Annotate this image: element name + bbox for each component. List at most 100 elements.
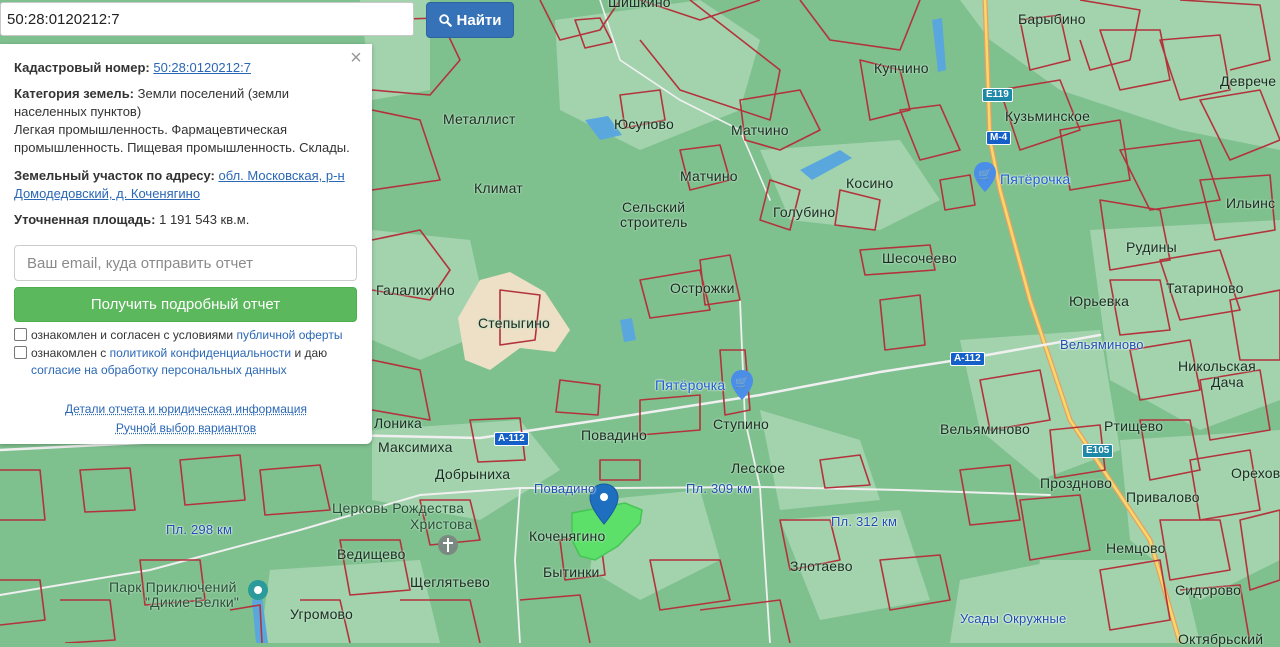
manual-selection-link[interactable]: Ручной выбор вариантов xyxy=(116,421,256,435)
place-label: Немцово xyxy=(1106,540,1166,556)
road-shield: E105 xyxy=(1082,444,1113,458)
place-label: Шишкино xyxy=(608,0,671,10)
parcel-info-panel: × Кадастровый номер: 50:28:0120212:7 Кат… xyxy=(0,44,372,444)
consent-offer-row: ознакомлен и согласен с условиями публич… xyxy=(14,327,359,344)
privacy-checkbox[interactable] xyxy=(14,346,27,359)
place-label: Ступино xyxy=(713,416,769,432)
place-label: Вельяминово xyxy=(940,421,1030,437)
manual-selection-link-row: Ручной выбор вариантов xyxy=(0,421,372,435)
permitted-use-text: Легкая промышленность. Фармацевтическая xyxy=(14,122,287,137)
place-label: Ртищево xyxy=(1104,418,1163,434)
land-category-label: Категория земель: xyxy=(14,86,134,101)
road-shield: M-4 xyxy=(986,131,1011,145)
place-label: Никольская xyxy=(1178,358,1256,374)
shop-label[interactable]: Пятёрочка xyxy=(655,377,725,393)
place-label: Сидорово xyxy=(1175,582,1241,598)
road-shield: E119 xyxy=(982,88,1013,102)
place-label: Угромово xyxy=(290,606,353,622)
cadastral-number-row: Кадастровый номер: 50:28:0120212:7 xyxy=(14,59,356,77)
place-label: Дача xyxy=(1211,374,1244,390)
poi-label: Церковь Рождества xyxy=(332,500,464,516)
area-row: Уточненная площадь: 1 191 543 кв.м. xyxy=(14,211,356,229)
place-label: Лесское xyxy=(731,460,785,476)
place-label: Шесочеево xyxy=(882,250,957,266)
place-label: Степыгино xyxy=(478,315,550,331)
road-shield: A-112 xyxy=(494,432,529,446)
place-label: Острожки xyxy=(670,280,735,296)
place-label: Лоника xyxy=(374,415,422,431)
privacy-policy-link[interactable]: политикой конфиденциальности xyxy=(110,346,291,360)
place-label: Матчино xyxy=(680,168,738,184)
place-label: Злотаево xyxy=(790,558,853,574)
place-label: Максимиха xyxy=(378,439,453,455)
cadastral-search-input[interactable] xyxy=(0,2,414,36)
place-label: Косино xyxy=(846,175,893,191)
place-label: строитель xyxy=(620,214,688,230)
consent-offer-text: ознакомлен и согласен с условиями xyxy=(31,328,233,342)
svg-text:🛒: 🛒 xyxy=(735,376,749,389)
consent-privacy-row: ознакомлен с политикой конфиденциальност… xyxy=(14,345,359,379)
report-details-link-row: Детали отчета и юридическая информация xyxy=(0,402,372,416)
place-label: Матчино xyxy=(731,122,789,138)
station-label: Пл. 298 км xyxy=(166,522,232,537)
place-label: Деврече xyxy=(1220,73,1276,89)
place-label: Татариново xyxy=(1166,280,1244,296)
search-icon xyxy=(439,14,452,27)
place-label: Октябрьский xyxy=(1178,631,1263,647)
place-label: Ведищево xyxy=(337,546,406,562)
get-report-button[interactable]: Получить подробный отчет xyxy=(14,287,357,322)
svg-text:🛒: 🛒 xyxy=(978,168,992,181)
place-label: Орехово xyxy=(1231,465,1280,481)
search-button-label: Найти xyxy=(457,12,502,29)
place-label: Юрьевка xyxy=(1069,293,1129,309)
place-label: Галалихино xyxy=(376,282,455,298)
place-label: Повадино xyxy=(581,427,647,443)
park-pin-icon xyxy=(248,580,268,600)
place-label: Климат xyxy=(474,180,523,196)
personal-data-consent-link[interactable]: согласие на обработку персональных данны… xyxy=(31,363,287,377)
email-field[interactable] xyxy=(14,245,357,281)
place-label: Щеглятьево xyxy=(410,574,490,590)
search-button[interactable]: Найти xyxy=(426,2,514,38)
place-label: Юсупово xyxy=(614,116,674,132)
poi-label: "Дикие Белки" xyxy=(145,594,239,610)
place-label: Купчино xyxy=(874,60,929,76)
place-label: Коченягино xyxy=(529,528,605,544)
station-label: Пл. 312 км xyxy=(831,514,897,529)
poi-label: Христова xyxy=(410,516,473,532)
place-label: Бытинки xyxy=(543,564,600,580)
place-label: Проздново xyxy=(1040,475,1112,491)
place-label: Кузьминское xyxy=(1005,108,1090,124)
land-category-row: Категория земель: Земли поселений (земли… xyxy=(14,85,356,157)
road-shield: A-112 xyxy=(950,352,985,366)
place-label: Ильинс xyxy=(1226,195,1275,211)
place-label: Привалово xyxy=(1126,489,1200,505)
offer-checkbox[interactable] xyxy=(14,328,27,341)
land-category-value: Земли поселений (земли xyxy=(138,86,289,101)
station-label: Повадино xyxy=(534,481,595,496)
place-label: Барыбино xyxy=(1018,11,1086,27)
church-pin-icon xyxy=(438,535,458,555)
area-label: Уточненная площадь: xyxy=(14,212,155,227)
address-label: Земельный участок по адресу: xyxy=(14,168,215,183)
land-category-value-cont: населенных пунктов) xyxy=(14,104,141,119)
public-offer-link[interactable]: публичной оферты xyxy=(236,328,342,342)
place-label: Сельский xyxy=(622,199,685,215)
consent-privacy-text-mid: и даю xyxy=(294,346,327,360)
address-row: Земельный участок по адресу: обл. Москов… xyxy=(14,167,356,203)
address-link[interactable]: обл. Московская, р-н xyxy=(218,168,344,183)
permitted-use-text-cont: промышленность. Пищевая промышленность. … xyxy=(14,140,350,155)
place-label: Голубино xyxy=(773,204,835,220)
station-label: Вельяминово xyxy=(1060,337,1144,352)
place-label: Рудины xyxy=(1126,239,1177,255)
address-link-cont[interactable]: Домодедовский, д. Коченягино xyxy=(14,186,200,201)
cadastral-number-link[interactable]: 50:28:0120212:7 xyxy=(153,60,251,75)
shop-label[interactable]: Пятёрочка xyxy=(1000,171,1070,187)
report-details-link[interactable]: Детали отчета и юридическая информация xyxy=(65,402,307,416)
cadastral-number-label: Кадастровый номер: xyxy=(14,60,150,75)
consent-privacy-text: ознакомлен с xyxy=(31,346,106,360)
poi-label: Парк Приключений xyxy=(109,579,237,595)
station-label: Пл. 309 км xyxy=(686,481,752,496)
area-value: 1 191 543 кв.м. xyxy=(159,212,249,227)
place-label: Добрыниха xyxy=(435,466,510,482)
